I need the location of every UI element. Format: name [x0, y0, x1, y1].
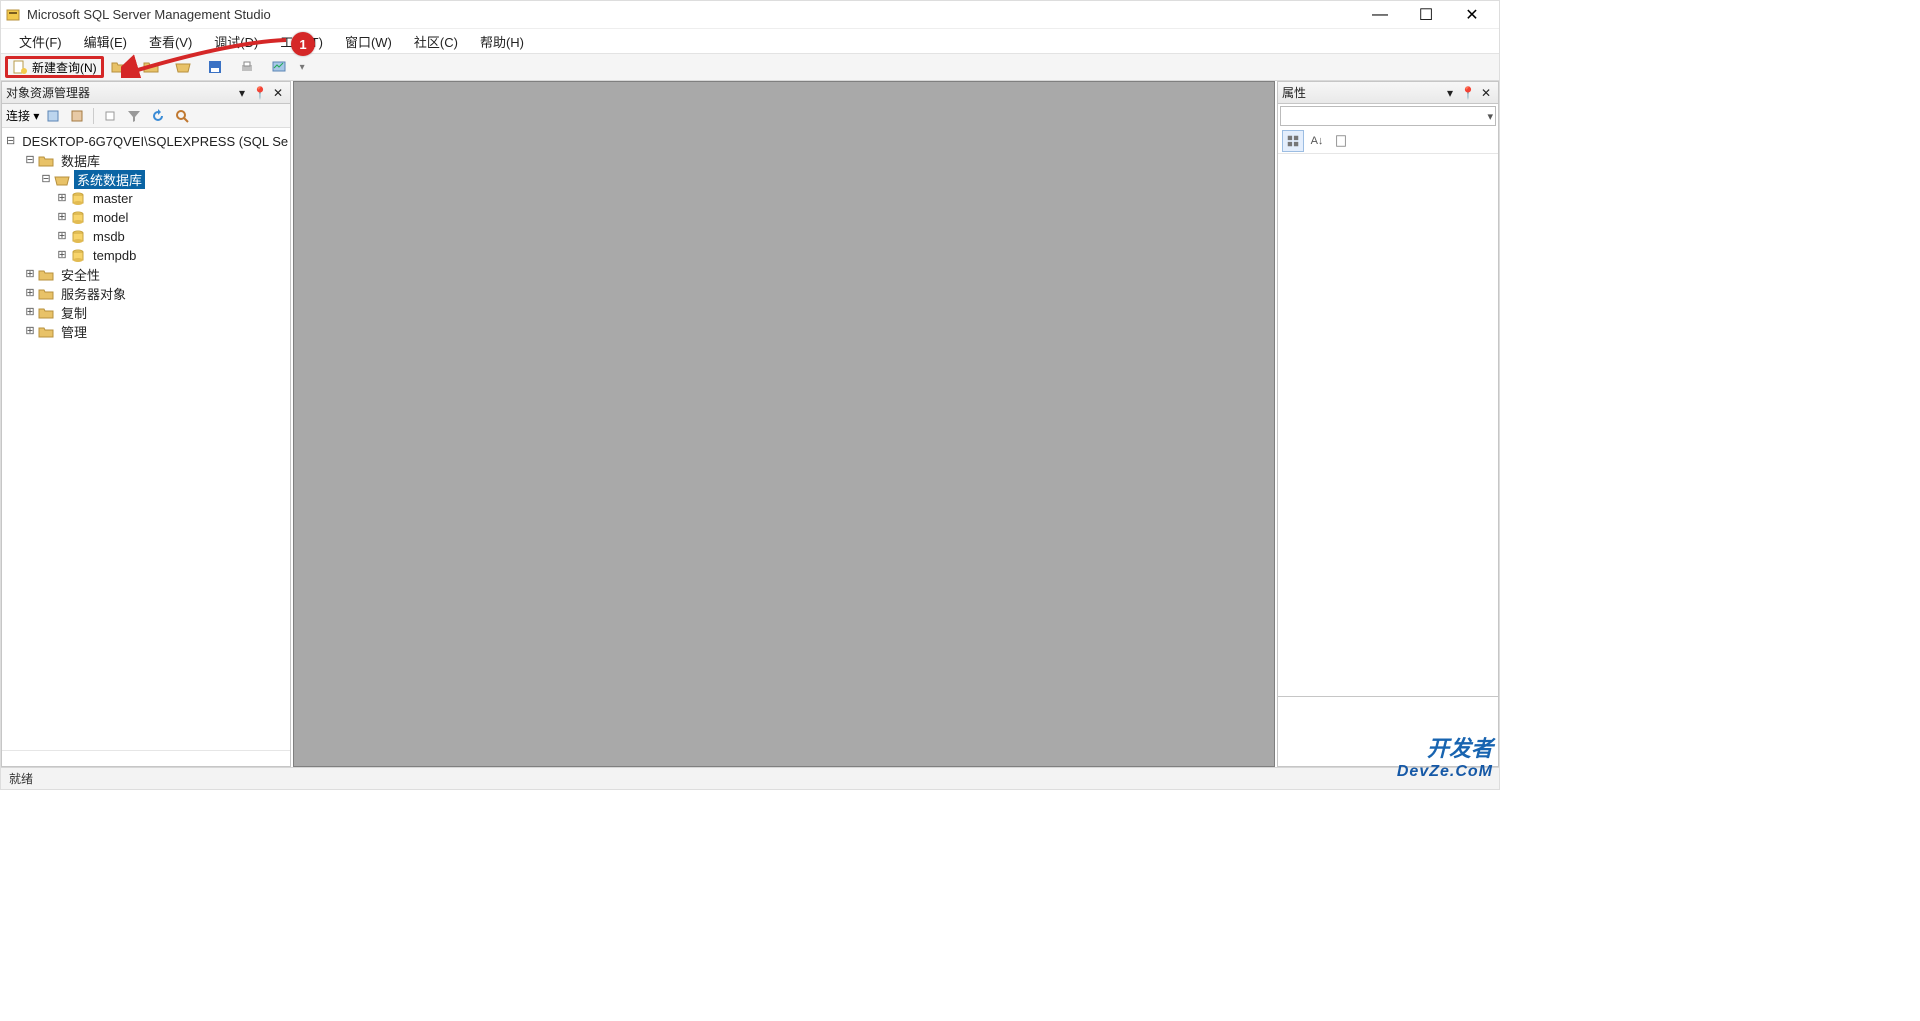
- menu-community[interactable]: 社区(C): [404, 30, 468, 53]
- tree-server-node[interactable]: ⊟ DESKTOP-6G7QVEI\SQLEXPRESS (SQL Se: [6, 132, 290, 151]
- expander-icon[interactable]: ⊞: [22, 305, 38, 321]
- expander-icon[interactable]: ⊟: [22, 153, 38, 169]
- new-query-label: 新建查询(N): [32, 59, 97, 76]
- folder-icon: [38, 267, 54, 283]
- expander-icon[interactable]: ⊟: [38, 172, 54, 188]
- tree-db-msdb[interactable]: ⊞ msdb: [6, 227, 290, 246]
- object-explorer-panel: 对象资源管理器 ▾ 📍 ✕ 连接 ▾ ⊟ DESKTOP-6G7QVE: [1, 81, 291, 767]
- database-icon: [70, 229, 86, 245]
- status-text: 就绪: [9, 770, 33, 787]
- tree-node-label: 复制: [58, 303, 90, 322]
- new-query-icon: [12, 59, 28, 75]
- properties-object-selector[interactable]: ▾: [1280, 106, 1496, 126]
- document-workspace: [293, 81, 1275, 767]
- main-toolbar: 1 新建查询(N) ▾: [1, 53, 1499, 81]
- tree-node-label: master: [90, 191, 136, 206]
- filter-icon[interactable]: [124, 106, 144, 126]
- tree-security-node[interactable]: ⊞ 安全性: [6, 265, 290, 284]
- toolbar-separator: [93, 108, 94, 124]
- database-icon: [70, 210, 86, 226]
- menu-window[interactable]: 窗口(W): [335, 30, 402, 53]
- expander-icon[interactable]: ⊞: [54, 248, 70, 264]
- tree-node-label: 数据库: [58, 151, 103, 170]
- panel-close-icon[interactable]: ✕: [1478, 85, 1494, 101]
- folder-open-icon: [54, 172, 70, 188]
- toolbar-overflow-icon[interactable]: ▾: [300, 62, 305, 73]
- tree-node-label: msdb: [90, 229, 128, 244]
- panel-close-icon[interactable]: ✕: [270, 85, 286, 101]
- expander-icon[interactable]: ⊞: [22, 324, 38, 340]
- window-close-button[interactable]: ✕: [1449, 1, 1495, 29]
- panel-dropdown-icon[interactable]: ▾: [1442, 85, 1458, 101]
- object-explorer-tree[interactable]: ⊟ DESKTOP-6G7QVEI\SQLEXPRESS (SQL Se ⊟ 数…: [2, 128, 290, 750]
- tree-management-node[interactable]: ⊞ 管理: [6, 322, 290, 341]
- expander-icon[interactable]: ⊞: [54, 229, 70, 245]
- disconnect-icon[interactable]: [67, 106, 87, 126]
- tree-node-label: DESKTOP-6G7QVEI\SQLEXPRESS (SQL Se: [19, 134, 290, 149]
- window-title: Microsoft SQL Server Management Studio: [27, 7, 1357, 22]
- app-window: Microsoft SQL Server Management Studio —…: [0, 0, 1500, 790]
- folder-icon: [38, 324, 54, 340]
- properties-header: 属性 ▾ 📍 ✕: [1278, 82, 1498, 104]
- properties-body: ▾ A↓: [1278, 104, 1498, 766]
- window-minimize-button[interactable]: —: [1357, 1, 1403, 29]
- folder-icon: [38, 153, 54, 169]
- object-explorer-header: 对象资源管理器 ▾ 📍 ✕: [2, 82, 290, 104]
- expander-icon[interactable]: ⊟: [6, 134, 15, 150]
- object-explorer-title: 对象资源管理器: [6, 84, 232, 101]
- tree-node-label: model: [90, 210, 131, 225]
- object-search-icon[interactable]: [172, 106, 192, 126]
- tree-node-label: 系统数据库: [74, 170, 145, 189]
- properties-alphabetical-button[interactable]: A↓: [1306, 130, 1328, 152]
- properties-toolbar: A↓: [1278, 128, 1498, 154]
- tree-db-tempdb[interactable]: ⊞ tempdb: [6, 246, 290, 265]
- main-area: 对象资源管理器 ▾ 📍 ✕ 连接 ▾ ⊟ DESKTOP-6G7QVE: [1, 81, 1499, 767]
- tree-db-model[interactable]: ⊞ model: [6, 208, 290, 227]
- tree-node-label: 安全性: [58, 265, 103, 284]
- folder-icon: [38, 286, 54, 302]
- properties-panel: 属性 ▾ 📍 ✕ ▾ A↓: [1277, 81, 1499, 767]
- panel-dropdown-icon[interactable]: ▾: [234, 85, 250, 101]
- status-bar: 就绪: [1, 767, 1499, 789]
- properties-title: 属性: [1282, 84, 1440, 101]
- properties-pages-button[interactable]: [1330, 130, 1352, 152]
- annotation-badge: 1: [291, 32, 315, 56]
- chevron-down-icon: ▾: [1487, 110, 1493, 123]
- panel-pin-icon[interactable]: 📍: [252, 85, 268, 101]
- folder-icon: [38, 305, 54, 321]
- tree-databases-node[interactable]: ⊟ 数据库: [6, 151, 290, 170]
- database-icon: [70, 248, 86, 264]
- object-explorer-toolbar: 连接 ▾: [2, 104, 290, 128]
- refresh-icon[interactable]: [148, 106, 168, 126]
- tree-db-master[interactable]: ⊞ master: [6, 189, 290, 208]
- tree-node-label: 服务器对象: [58, 284, 129, 303]
- connect-dropdown[interactable]: 连接 ▾: [6, 107, 39, 124]
- properties-grid[interactable]: [1278, 154, 1498, 696]
- tree-server-objects-node[interactable]: ⊞ 服务器对象: [6, 284, 290, 303]
- ssms-app-icon: [5, 7, 21, 23]
- database-icon: [70, 191, 86, 207]
- tree-node-label: tempdb: [90, 248, 139, 263]
- new-query-button[interactable]: 新建查询(N): [5, 56, 104, 78]
- properties-categorized-button[interactable]: [1282, 130, 1304, 152]
- annotation-arrow-icon: [121, 32, 291, 78]
- expander-icon[interactable]: ⊞: [22, 286, 38, 302]
- expander-icon[interactable]: ⊞: [22, 267, 38, 283]
- stop-icon[interactable]: [100, 106, 120, 126]
- panel-pin-icon[interactable]: 📍: [1460, 85, 1476, 101]
- connect-icon[interactable]: [43, 106, 63, 126]
- expander-icon[interactable]: ⊞: [54, 210, 70, 226]
- menu-help[interactable]: 帮助(H): [470, 30, 534, 53]
- tree-node-label: 管理: [58, 322, 90, 341]
- window-maximize-button[interactable]: ☐: [1403, 1, 1449, 29]
- expander-icon[interactable]: ⊞: [54, 191, 70, 207]
- tree-replication-node[interactable]: ⊞ 复制: [6, 303, 290, 322]
- tree-system-databases-node[interactable]: ⊟ 系统数据库: [6, 170, 290, 189]
- title-bar: Microsoft SQL Server Management Studio —…: [1, 1, 1499, 29]
- menu-file[interactable]: 文件(F): [9, 30, 72, 53]
- properties-description: [1278, 696, 1498, 766]
- object-explorer-hscroll[interactable]: [2, 750, 290, 766]
- window-controls: — ☐ ✕: [1357, 1, 1495, 29]
